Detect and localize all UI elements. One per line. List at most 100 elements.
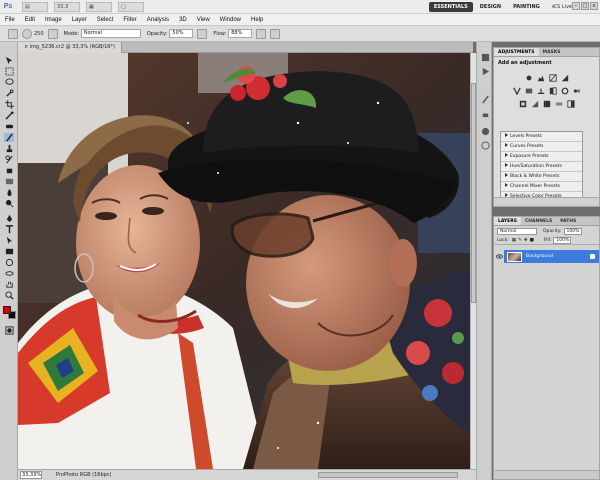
menu-edit[interactable]: Edit	[20, 14, 40, 26]
gradient-tool-icon[interactable]	[4, 177, 14, 186]
bridge-launcher-button[interactable]: ▤	[22, 1, 48, 12]
black-white-icon[interactable]	[549, 87, 557, 95]
shape-tool-icon[interactable]	[4, 247, 14, 256]
fill-field[interactable]: 100%	[553, 236, 572, 244]
posterize-icon[interactable]	[531, 100, 539, 108]
menu-image[interactable]: Image	[40, 14, 67, 26]
threshold-icon[interactable]	[543, 100, 551, 108]
type-tool-icon[interactable]	[4, 225, 14, 234]
actions-panel-icon[interactable]	[480, 66, 490, 76]
cs-live-menu[interactable]: CS Live	[554, 2, 572, 12]
menu-view[interactable]: View	[192, 14, 215, 26]
document-profile-info[interactable]: ProPhoto RGB (16bpc)	[56, 472, 112, 478]
hue-saturation-icon[interactable]	[525, 87, 533, 95]
hand-tool-icon[interactable]	[4, 280, 14, 289]
crop-tool-icon[interactable]	[4, 100, 14, 109]
menu-window[interactable]: Window	[215, 14, 246, 26]
curves-icon[interactable]	[548, 74, 557, 82]
selective-color-icon[interactable]	[566, 100, 575, 108]
navigator-panel-icon[interactable]	[480, 140, 490, 150]
exposure-icon[interactable]	[561, 74, 569, 82]
document-tab[interactable]: × img_5236.cr2 @ 33,3% (RGB/16*)	[18, 42, 122, 53]
brush-preset-picker[interactable]	[22, 28, 32, 39]
menu-3d[interactable]: 3D	[174, 14, 192, 26]
zoom-level-box[interactable]: 33.3	[54, 1, 80, 12]
horizontal-scroll-thumb[interactable]	[318, 472, 458, 478]
menu-analysis[interactable]: Analysis	[142, 14, 174, 26]
zoom-tool-icon[interactable]	[4, 291, 14, 300]
menu-help[interactable]: Help	[246, 14, 268, 26]
brush-panel-toggle-icon[interactable]	[47, 28, 58, 39]
preset-levels[interactable]: Levels Presets	[501, 132, 582, 142]
dodge-tool-icon[interactable]	[4, 199, 14, 208]
screen-mode-button[interactable]: ▢	[118, 1, 144, 12]
layer-name[interactable]: Background	[526, 254, 590, 259]
blur-tool-icon[interactable]	[4, 188, 14, 197]
document-tab-close-icon[interactable]: ×	[24, 44, 28, 50]
close-button[interactable]: x	[590, 2, 598, 10]
menu-layer[interactable]: Layer	[67, 14, 92, 26]
color-balance-icon[interactable]	[537, 87, 545, 95]
preset-black-white[interactable]: Black & White Presets	[501, 172, 582, 182]
opacity-field[interactable]: 50%	[169, 29, 194, 38]
tab-adjustments[interactable]: ADJUSTMENTS	[494, 48, 539, 56]
document-canvas[interactable]	[18, 53, 470, 469]
preset-curves[interactable]: Curves Presets	[501, 142, 582, 152]
eraser-tool-icon[interactable]	[4, 166, 14, 175]
preset-hue-saturation[interactable]: Hue/Saturation Presets	[501, 162, 582, 172]
tab-channels[interactable]: CHANNELS	[521, 217, 556, 225]
pressure-size-icon[interactable]	[270, 28, 281, 39]
clone-source-panel-icon[interactable]	[480, 108, 490, 118]
pressure-opacity-icon[interactable]	[197, 28, 208, 39]
arrange-documents-button[interactable]: ▦	[86, 1, 112, 12]
minimize-button[interactable]: –	[572, 2, 580, 10]
maximize-button[interactable]: □	[581, 2, 589, 10]
workspace-design[interactable]: DESIGN	[475, 2, 506, 12]
3d-orbit-tool-icon[interactable]	[4, 269, 14, 278]
levels-icon[interactable]	[537, 74, 545, 82]
move-tool-icon[interactable]	[4, 56, 14, 65]
photo-filter-icon[interactable]	[561, 87, 569, 95]
airbrush-icon[interactable]	[256, 28, 267, 39]
preset-channel-mixer[interactable]: Channel Mixer Presets	[501, 182, 582, 192]
zoom-percentage-field[interactable]: 33,33%	[20, 471, 42, 479]
tab-layers[interactable]: LAYERS	[494, 217, 521, 225]
info-panel-icon[interactable]	[480, 126, 490, 136]
visibility-eye-icon[interactable]	[495, 250, 504, 263]
workspace-painting[interactable]: PAINTING	[508, 2, 545, 12]
tab-masks[interactable]: MASKS	[539, 48, 565, 56]
menu-file[interactable]: File	[0, 14, 20, 26]
layer-row-background[interactable]: Background	[495, 250, 599, 263]
quick-mask-icon[interactable]	[4, 326, 14, 335]
lock-pixels-icon[interactable]: ✎	[518, 238, 522, 243]
layer-opacity-field[interactable]: 100%	[563, 227, 582, 235]
vibrance-icon[interactable]	[512, 87, 521, 95]
menu-select[interactable]: Select	[92, 14, 119, 26]
lasso-tool-icon[interactable]	[4, 78, 14, 87]
history-panel-icon[interactable]	[480, 52, 490, 62]
workspace-essentials[interactable]: ESSENTIALS	[428, 2, 473, 12]
brush-panel-icon[interactable]	[480, 94, 490, 104]
menu-filter[interactable]: Filter	[118, 14, 141, 26]
mode-select[interactable]: Normal	[80, 29, 141, 38]
lock-transparency-icon[interactable]: ▦	[512, 238, 516, 243]
blend-mode-select[interactable]: Normal	[497, 227, 537, 235]
tool-preset-picker[interactable]	[8, 28, 18, 39]
preset-exposure[interactable]: Exposure Presets	[501, 152, 582, 162]
clone-stamp-tool-icon[interactable]	[4, 144, 14, 153]
pen-tool-icon[interactable]	[4, 214, 14, 223]
brightness-contrast-icon[interactable]	[525, 74, 533, 82]
path-selection-tool-icon[interactable]	[4, 236, 14, 245]
3d-rotate-tool-icon[interactable]	[4, 258, 14, 267]
lock-position-icon[interactable]: ✥	[524, 238, 528, 243]
flow-field[interactable]: 88%	[228, 29, 253, 38]
marquee-tool-icon[interactable]	[4, 67, 14, 76]
quick-select-tool-icon[interactable]	[4, 89, 14, 98]
gradient-map-icon[interactable]	[555, 100, 563, 108]
brush-tool-icon[interactable]	[4, 133, 14, 142]
lock-all-icon[interactable]: ■	[530, 238, 534, 243]
history-brush-tool-icon[interactable]	[4, 155, 14, 164]
healing-brush-tool-icon[interactable]	[4, 122, 14, 131]
channel-mixer-icon[interactable]	[573, 87, 581, 95]
eyedropper-tool-icon[interactable]	[4, 111, 14, 120]
